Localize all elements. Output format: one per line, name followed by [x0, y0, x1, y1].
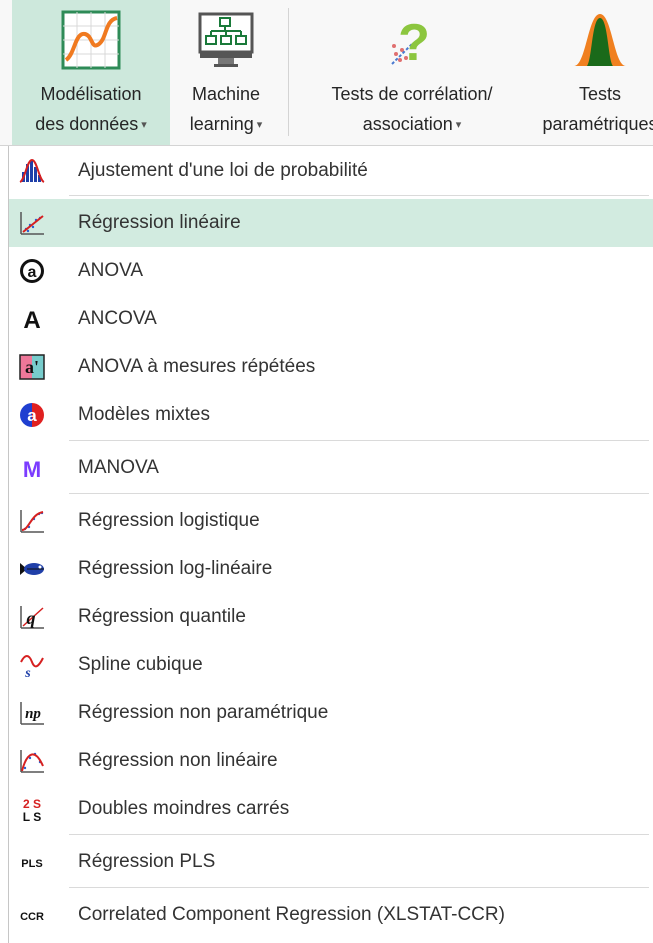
svg-text:a: a [27, 406, 37, 425]
menu-item-label: Régression logistique [78, 510, 260, 531]
chevron-down-icon: ▾ [256, 119, 263, 131]
machine-learning-label-1: Machine [191, 84, 261, 104]
menu-item-label: Spline cubique [78, 654, 203, 675]
menu-item-label: Régression log-linéaire [78, 558, 273, 579]
menu-separator [69, 440, 649, 441]
tests-correlation-label-1: Tests de corrélation/ [331, 84, 493, 104]
menu-item-label: Modèles mixtes [78, 404, 210, 425]
menu-item-label: Régression linéaire [78, 212, 241, 233]
ribbon-separator [288, 8, 289, 136]
spline-icon: s [20, 655, 44, 678]
question-scatter-icon: ? [391, 14, 430, 70]
menu-item-anova[interactable]: a ANOVA [9, 247, 653, 295]
menu-item-label: ANOVA [78, 260, 144, 281]
menu-item-label: Ajustement d'une loi de probabilité [78, 160, 368, 181]
network-monitor-icon [198, 12, 254, 67]
menu-separator [69, 834, 649, 835]
menu-item-regression-log-lineaire[interactable]: Régression log-linéaire [9, 545, 653, 593]
menu-item-doubles-moindres-carres[interactable]: 2 S L S Doubles moindres carrés [9, 785, 653, 833]
svg-text:PLS: PLS [21, 858, 42, 870]
menu-item-label: Doubles moindres carrés [78, 798, 290, 819]
nonlinear-regression-icon [20, 750, 44, 773]
two-sls-icon: 2 S L S [23, 797, 41, 822]
ccr-icon: CCR [20, 911, 44, 923]
menu-item-ancova[interactable]: A ANCOVA [9, 295, 653, 343]
chevron-down-icon: ▾ [141, 119, 147, 131]
repeated-measures-icon: a' [19, 354, 45, 380]
tests-correlation-label-2: association ▾ [362, 114, 462, 134]
mixed-models-icon: a [20, 403, 44, 427]
svg-text:CCR: CCR [20, 911, 44, 923]
machine-learning-label-2: learning ▾ [189, 114, 263, 134]
menu-item-regression-lineaire[interactable]: Régression linéaire [9, 199, 653, 247]
svg-text:M: M [23, 457, 41, 481]
menu-item-label: Régression non linéaire [78, 750, 278, 771]
fish-icon [20, 563, 44, 575]
chart-curve-icon [61, 10, 121, 70]
menu-item-anova-mesures-repetees[interactable]: a' ANOVA à mesures répétées [9, 343, 653, 391]
tests-parametriques-button[interactable]: Tests paramétriques [530, 0, 653, 145]
menu-item-ccr[interactable]: CCR Correlated Component Regression (XLS… [9, 891, 653, 939]
menu-item-label: ANCOVA [78, 308, 157, 329]
pls-icon: PLS [21, 858, 42, 870]
menu-item-manova[interactable]: M MANOVA [9, 444, 653, 492]
menu-item-label: Régression PLS [78, 851, 216, 872]
menu-item-regression-logistique[interactable]: Régression logistique [9, 497, 653, 545]
modelisation-button[interactable]: Modélisation des données ▾ [12, 0, 170, 145]
nonparametric-icon: np [20, 702, 44, 725]
tests-correlation-button[interactable]: ? Tests de corrélation/ association ▾ [296, 0, 528, 145]
ancova-icon: A [23, 307, 40, 332]
menu-item-regression-non-parametrique[interactable]: np Régression non paramétrique [9, 689, 653, 737]
linear-regression-icon [20, 212, 44, 235]
svg-text:a': a' [25, 357, 39, 377]
modelisation-label-1: Modélisation [40, 84, 142, 104]
menu-item-modeles-mixtes[interactable]: a Modèles mixtes [9, 391, 653, 439]
tests-parametriques-label-1: Tests [578, 84, 621, 104]
quantile-regression-icon: q [20, 606, 44, 629]
menu-item-label: MANOVA [78, 457, 159, 478]
modelisation-label-2: des données ▾ [35, 114, 147, 134]
modelisation-dropdown-menu: Ajustement d'une loi de probabilité Régr… [8, 146, 653, 943]
menu-item-label: ANOVA à mesures répétées [78, 356, 316, 377]
menu-item-regression-non-lineaire[interactable]: Régression non linéaire [9, 737, 653, 785]
histogram-icon [19, 158, 45, 183]
bell-curve-icon [574, 14, 626, 66]
menu-item-spline-cubique[interactable]: s Spline cubique [9, 641, 653, 689]
svg-text:?: ? [398, 14, 430, 70]
menu-item-regression-pls[interactable]: PLS Régression PLS [9, 838, 653, 886]
anova-icon: a [20, 259, 44, 283]
svg-text:np: np [25, 706, 41, 722]
svg-text:q: q [27, 608, 36, 628]
svg-text:2 S: 2 S [23, 797, 41, 811]
ribbon: Modélisation des données ▾ Machine learni… [0, 0, 653, 146]
svg-text:A: A [23, 307, 40, 332]
menu-item-regression-quantile[interactable]: q Régression quantile [9, 593, 653, 641]
svg-text:a: a [28, 264, 37, 281]
tests-parametriques-label-2: paramétriques [542, 114, 653, 134]
manova-icon: M [23, 457, 41, 481]
svg-text:L S: L S [23, 810, 41, 822]
svg-text:s: s [24, 666, 31, 678]
menu-separator [69, 887, 649, 888]
menu-separator [69, 195, 649, 196]
chevron-down-icon: ▾ [455, 119, 462, 131]
menu-separator [69, 493, 649, 494]
menu-item-label: Correlated Component Regression (XLSTAT-… [78, 904, 505, 925]
menu-item-ajustement[interactable]: Ajustement d'une loi de probabilité [9, 147, 653, 195]
menu-item-label: Régression non paramétrique [78, 702, 329, 723]
machine-learning-button[interactable]: Machine learning ▾ [172, 0, 280, 145]
logistic-regression-icon [20, 510, 44, 533]
menu-item-label: Régression quantile [78, 606, 246, 627]
